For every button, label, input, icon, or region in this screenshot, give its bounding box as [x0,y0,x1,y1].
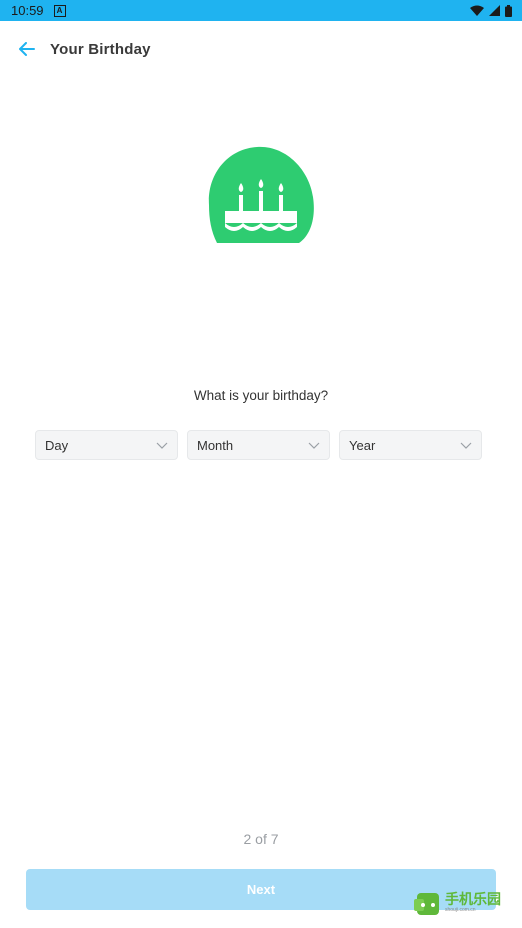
chevron-down-icon [460,442,472,449]
month-select-label: Month [197,437,234,453]
signal-icon [489,5,500,16]
day-select[interactable]: Day [35,430,178,460]
month-select[interactable]: Month [187,430,330,460]
birthday-cake-icon [205,145,317,245]
phone-icon [414,893,439,915]
battery-icon [505,4,512,17]
notification-badge: A [53,4,66,17]
watermark-logo: 手机乐园 shouji.com.cn [413,887,513,919]
day-select-label: Day [45,437,69,453]
chevron-down-icon [308,442,320,449]
step-indicator: 2 of 7 [243,831,279,847]
arrow-left-icon [19,42,35,56]
status-time: 10:59 [11,3,44,18]
wifi-icon [470,5,484,16]
app-bar: Your Birthday [0,21,522,77]
year-select[interactable]: Year [339,430,482,460]
back-button[interactable] [13,35,41,63]
date-selects: Day Month Year [35,430,482,460]
birthday-question: What is your birthday? [193,388,329,403]
watermark-text: 手机乐园 [445,892,501,908]
year-select-label: Year [349,437,376,453]
status-bar: 10:59 A [0,0,522,21]
page-title: Your Birthday [50,40,151,58]
chevron-down-icon [156,442,168,449]
